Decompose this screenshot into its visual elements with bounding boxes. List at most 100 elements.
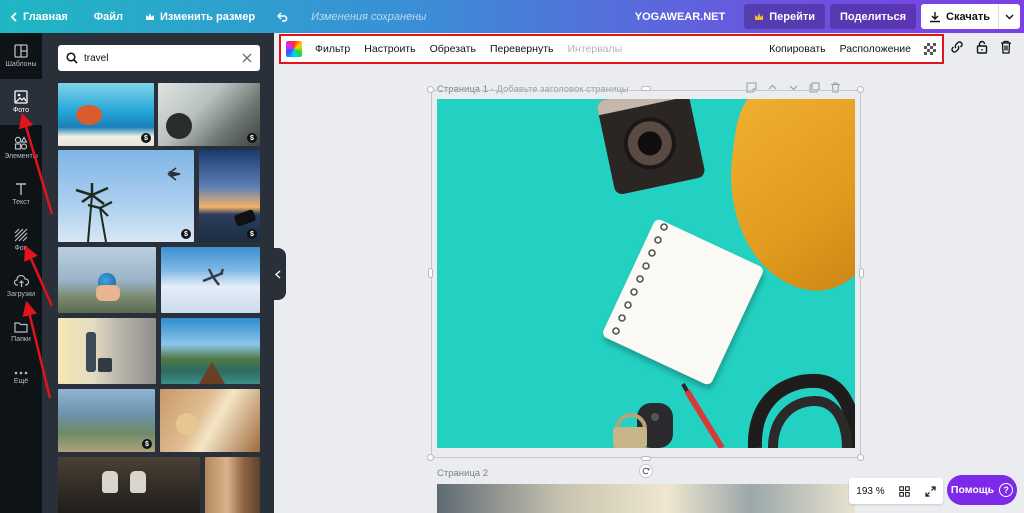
photo-thumbnail[interactable]: $ xyxy=(58,83,154,146)
photo-object xyxy=(76,105,102,125)
photo-object xyxy=(86,332,96,372)
zoom-level[interactable]: 193 % xyxy=(856,486,884,497)
undo-button[interactable] xyxy=(263,0,303,33)
collapse-panel-button[interactable] xyxy=(270,248,286,300)
chevron-left-icon xyxy=(275,269,281,279)
photo-thumbnail[interactable] xyxy=(205,457,260,513)
resize-handle[interactable] xyxy=(857,86,864,93)
photo-object xyxy=(233,208,257,228)
photo-object xyxy=(102,471,118,493)
download-button[interactable]: Скачать xyxy=(921,4,998,29)
download-options-button[interactable] xyxy=(998,4,1020,29)
resize-handle[interactable] xyxy=(857,454,864,461)
crown-icon xyxy=(146,13,155,20)
templates-icon xyxy=(14,44,28,58)
resize-handle[interactable] xyxy=(427,86,434,93)
left-navigation: Шаблоны Фото Элементы Текст Фон Загрузки… xyxy=(0,33,42,513)
flip-button[interactable]: Перевернуть xyxy=(483,43,561,55)
nav-uploads-label: Загрузки xyxy=(6,290,36,298)
folder-icon xyxy=(14,322,28,333)
nav-background[interactable]: Фон xyxy=(0,217,42,263)
help-button[interactable]: Помощь ? xyxy=(947,475,1017,505)
photo-thumbnail[interactable]: $ xyxy=(58,150,194,242)
nav-elements[interactable]: Элементы xyxy=(0,125,42,171)
nav-more[interactable]: Ещё xyxy=(0,355,42,401)
element-actions xyxy=(950,40,1012,54)
photo-thumbnail[interactable] xyxy=(160,389,260,452)
resize-handle[interactable] xyxy=(859,268,864,278)
download-label: Скачать xyxy=(946,10,990,23)
resize-handle[interactable] xyxy=(427,454,434,461)
color-swatch-icon[interactable] xyxy=(286,41,302,57)
search-icon xyxy=(66,52,78,64)
paid-badge: $ xyxy=(141,133,151,143)
undo-icon xyxy=(277,12,288,22)
position-button[interactable]: Расположение xyxy=(833,43,918,55)
photo-object xyxy=(98,358,112,372)
nav-photos-label: Фото xyxy=(12,107,30,114)
share-button[interactable]: Поделиться xyxy=(830,4,917,29)
paid-badge: $ xyxy=(142,439,152,449)
photo-object xyxy=(199,362,225,384)
search-input[interactable] xyxy=(84,52,242,64)
elements-icon xyxy=(14,136,28,150)
nav-templates-label: Шаблоны xyxy=(5,61,37,68)
nav-photos[interactable]: Фото xyxy=(0,79,42,125)
photo-thumbnail[interactable] xyxy=(58,318,156,384)
file-menu[interactable]: Файл xyxy=(76,0,131,33)
nav-templates[interactable]: Шаблоны xyxy=(0,33,42,79)
rotate-icon xyxy=(642,467,650,475)
unlock-icon[interactable] xyxy=(976,40,988,54)
grid-view-icon[interactable] xyxy=(899,485,910,497)
photo-thumbnail[interactable] xyxy=(58,457,200,513)
more-dots-icon xyxy=(14,371,28,375)
canvas-page-2-image[interactable] xyxy=(437,484,855,513)
selection-frame[interactable] xyxy=(431,90,861,458)
transparency-icon[interactable] xyxy=(924,43,936,55)
photo-object xyxy=(166,113,192,139)
photos-panel: $ $ $ $ $ xyxy=(42,33,274,513)
resize-button[interactable]: Изменить размер xyxy=(131,0,263,33)
saved-status: Изменения сохранены xyxy=(311,10,427,23)
copy-button[interactable]: Копировать xyxy=(762,43,833,55)
photo-thumbnail[interactable]: $ xyxy=(199,150,260,242)
fullscreen-icon[interactable] xyxy=(925,485,936,497)
filter-button[interactable]: Фильтр xyxy=(308,43,357,55)
photo-thumbnail[interactable]: $ xyxy=(58,389,155,452)
photo-object xyxy=(176,413,198,435)
top-bar: Главная Файл Изменить размер Изменения с… xyxy=(0,0,1024,33)
resize-handle[interactable] xyxy=(428,268,433,278)
photo-search-box[interactable] xyxy=(58,45,260,71)
resize-handle[interactable] xyxy=(641,456,651,461)
adjust-button[interactable]: Настроить xyxy=(357,43,422,55)
link-icon[interactable] xyxy=(950,40,964,54)
download-icon xyxy=(930,11,941,22)
photo-thumbnail[interactable] xyxy=(161,318,260,384)
resize-handle[interactable] xyxy=(641,86,651,91)
help-label: Помощь xyxy=(950,484,995,496)
palm-trees-silhouette xyxy=(75,167,181,242)
chevron-left-icon xyxy=(10,11,17,22)
project-name[interactable]: YOGAWEAR.NET xyxy=(627,0,733,33)
go-label: Перейти xyxy=(769,10,816,23)
rotate-handle[interactable] xyxy=(639,464,653,478)
paid-badge: $ xyxy=(247,229,257,239)
photo-thumbnail[interactable] xyxy=(58,247,156,313)
trash-icon[interactable] xyxy=(1000,40,1012,54)
home-button[interactable]: Главная xyxy=(0,0,76,33)
nav-elements-label: Элементы xyxy=(4,153,38,160)
text-icon xyxy=(16,183,26,195)
close-icon[interactable] xyxy=(242,53,252,63)
go-button[interactable]: Перейти xyxy=(744,4,826,29)
crop-button[interactable]: Обрезать xyxy=(423,43,483,55)
paid-badge: $ xyxy=(247,133,257,143)
photo-object xyxy=(96,285,120,301)
share-label: Поделиться xyxy=(840,10,907,23)
page-2-label[interactable]: Страница 2 xyxy=(437,468,488,479)
nav-text[interactable]: Текст xyxy=(0,171,42,217)
nav-folders[interactable]: Папки xyxy=(0,309,42,355)
photo-thumbnail[interactable]: $ xyxy=(158,83,260,146)
photo-thumbnail[interactable] xyxy=(161,247,260,313)
crown-icon xyxy=(755,13,764,20)
nav-uploads[interactable]: Загрузки xyxy=(0,263,42,309)
